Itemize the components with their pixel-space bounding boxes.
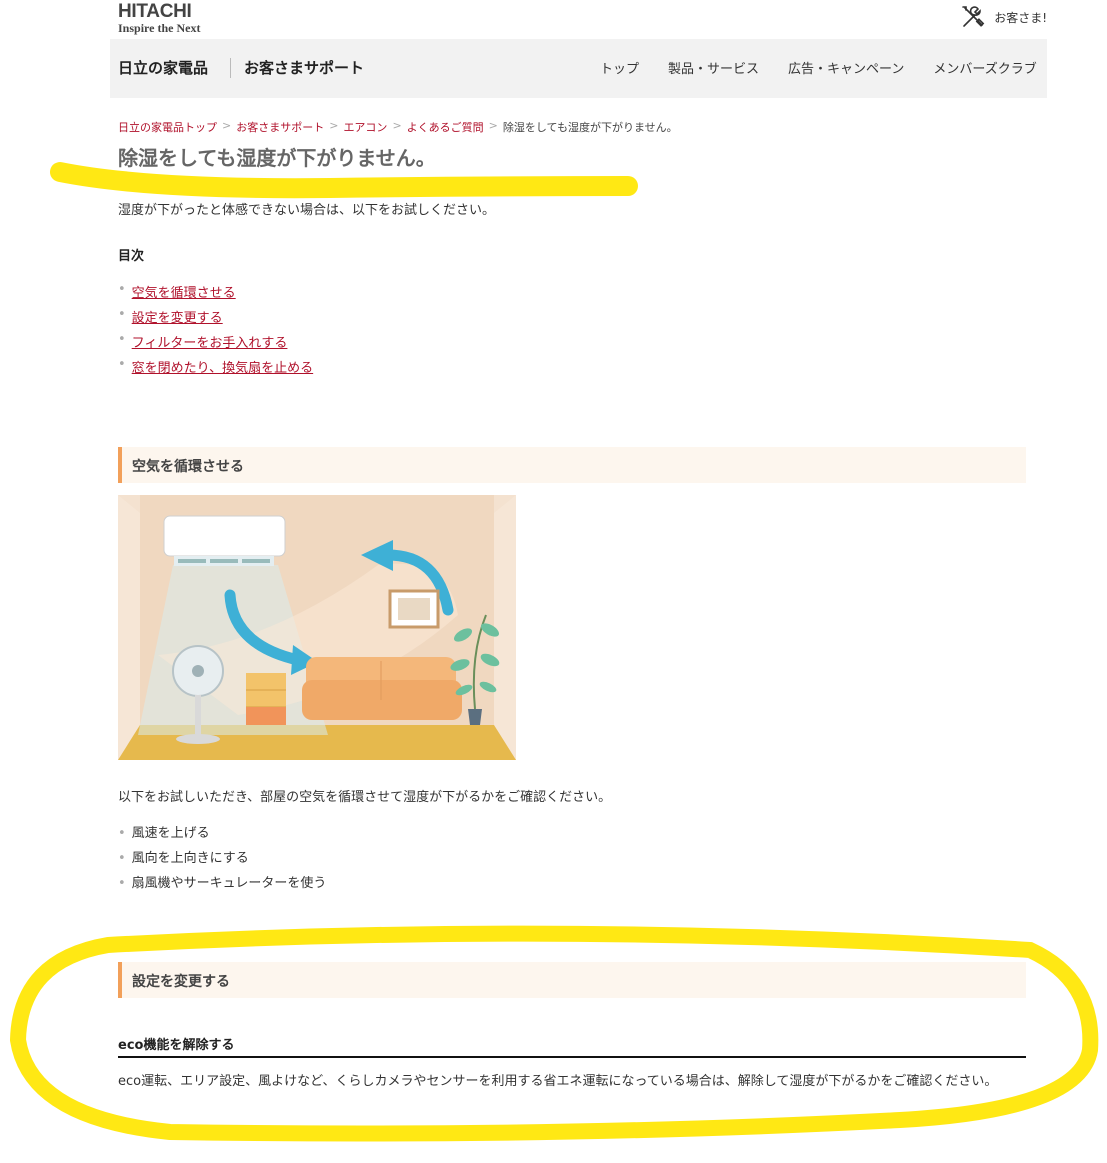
list-item-text: 風向を上向きにする — [131, 851, 249, 866]
list-item-text: 風速を上げる — [131, 826, 210, 841]
breadcrumb-link[interactable]: よくあるご質問 — [407, 119, 484, 135]
intro-text: 湿度が下がったと体感できない場合は、以下をお試しください。 — [118, 203, 496, 218]
site-title[interactable]: 日立の家電品 — [118, 57, 208, 78]
toc-link-settings[interactable]: 設定を変更する — [132, 307, 223, 326]
nav-links: トップ 製品・サービス 広告・キャンペーン メンバーズクラブ — [600, 58, 1066, 77]
support-link[interactable]: お客さま! — [960, 4, 1047, 30]
breadcrumb-separator: > — [488, 119, 498, 132]
tips-list: • 風速を上げる • 風向を上向きにする • 扇風機やサーキュレーターを使う — [118, 822, 326, 897]
room-airflow-illustration — [118, 495, 516, 760]
title-underline-marker — [50, 162, 638, 199]
toc-link-window[interactable]: 窓を閉めたり、換気扇を止める — [132, 357, 313, 376]
logo-wordmark: HITACHI — [118, 1, 192, 22]
nav-link-top[interactable]: トップ — [600, 58, 639, 77]
list-item: • 風向を上向きにする — [118, 847, 326, 872]
section-title: 空気を循環させる — [132, 459, 244, 475]
toc-item: • フィルターをお手入れする — [118, 332, 313, 357]
section-heading-circulate: 空気を循環させる — [118, 447, 1026, 483]
logo-tagline: Inspire the Next — [118, 21, 201, 35]
bullet-dot: • — [118, 307, 126, 322]
tools-icon — [962, 6, 985, 27]
bullet-dot: • — [118, 876, 126, 891]
site-subtitle[interactable]: お客さまサポート — [244, 57, 364, 78]
breadcrumb-separator: > — [222, 119, 232, 132]
breadcrumb-separator: > — [329, 119, 339, 132]
hitachi-logo[interactable]: HITACHI Inspire the Next — [118, 1, 201, 35]
toc-link-filter[interactable]: フィルターをお手入れする — [132, 332, 288, 351]
nav-link-members[interactable]: メンバーズクラブ — [933, 58, 1036, 77]
list-item: • 風速を上げる — [118, 822, 326, 847]
list-item: • 扇風機やサーキュレーターを使う — [118, 872, 326, 897]
section-description: 以下をお試しいただき、部屋の空気を循環させて湿度が下がるかをご確認ください。 — [118, 790, 612, 805]
support-label: お客さま! — [994, 10, 1047, 25]
toc-link-circulate[interactable]: 空気を循環させる — [132, 282, 236, 301]
bullet-dot: • — [118, 357, 126, 372]
bullet-dot: • — [118, 332, 126, 347]
toc-title: 目次 — [118, 249, 145, 264]
bullet-dot: • — [118, 851, 126, 866]
bullet-dot: • — [118, 826, 126, 841]
page-title: 除湿をしても湿度が下がりません。 — [118, 146, 436, 170]
bullet-dot: • — [118, 282, 126, 297]
breadcrumb-link[interactable]: 日立の家電品トップ — [118, 119, 217, 135]
breadcrumb-link[interactable]: エアコン — [343, 119, 387, 135]
toc-item: • 空気を循環させる — [118, 282, 313, 307]
section-heading-settings: 設定を変更する — [118, 962, 1026, 998]
breadcrumb-separator: > — [392, 119, 402, 132]
toc-item: • 窓を閉めたり、換気扇を止める — [118, 357, 313, 382]
nav-link-products[interactable]: 製品・サービス — [668, 58, 759, 77]
main-nav: 日立の家電品 お客さまサポート トップ 製品・サービス 広告・キャンペーン メン… — [110, 39, 1047, 98]
list-item-text: 扇風機やサーキュレーターを使う — [131, 876, 327, 891]
toc-item: • 設定を変更する — [118, 307, 313, 332]
section-title: 設定を変更する — [132, 974, 230, 990]
nav-divider — [230, 58, 231, 78]
site-header: HITACHI Inspire the Next お客さま! — [110, 0, 1047, 39]
nav-link-campaign[interactable]: 広告・キャンペーン — [788, 58, 904, 77]
eco-subheading: eco機能を解除する — [118, 1034, 1026, 1058]
breadcrumb-link[interactable]: お客さまサポート — [236, 119, 324, 135]
breadcrumb-current: 除湿をしても湿度が下がりません。 — [502, 121, 678, 134]
toc-list: • 空気を循環させる • 設定を変更する • フィルターをお手入れする • 窓を閉めたり… — [118, 282, 313, 382]
breadcrumb: 日立の家電品トップ > お客さまサポート > エアコン > よくあるご質問 > … — [118, 119, 678, 135]
eco-description: eco運転、エリア設定、風よけなど、くらしカメラやセンサーを利用する省エネ運転に… — [118, 1074, 998, 1089]
